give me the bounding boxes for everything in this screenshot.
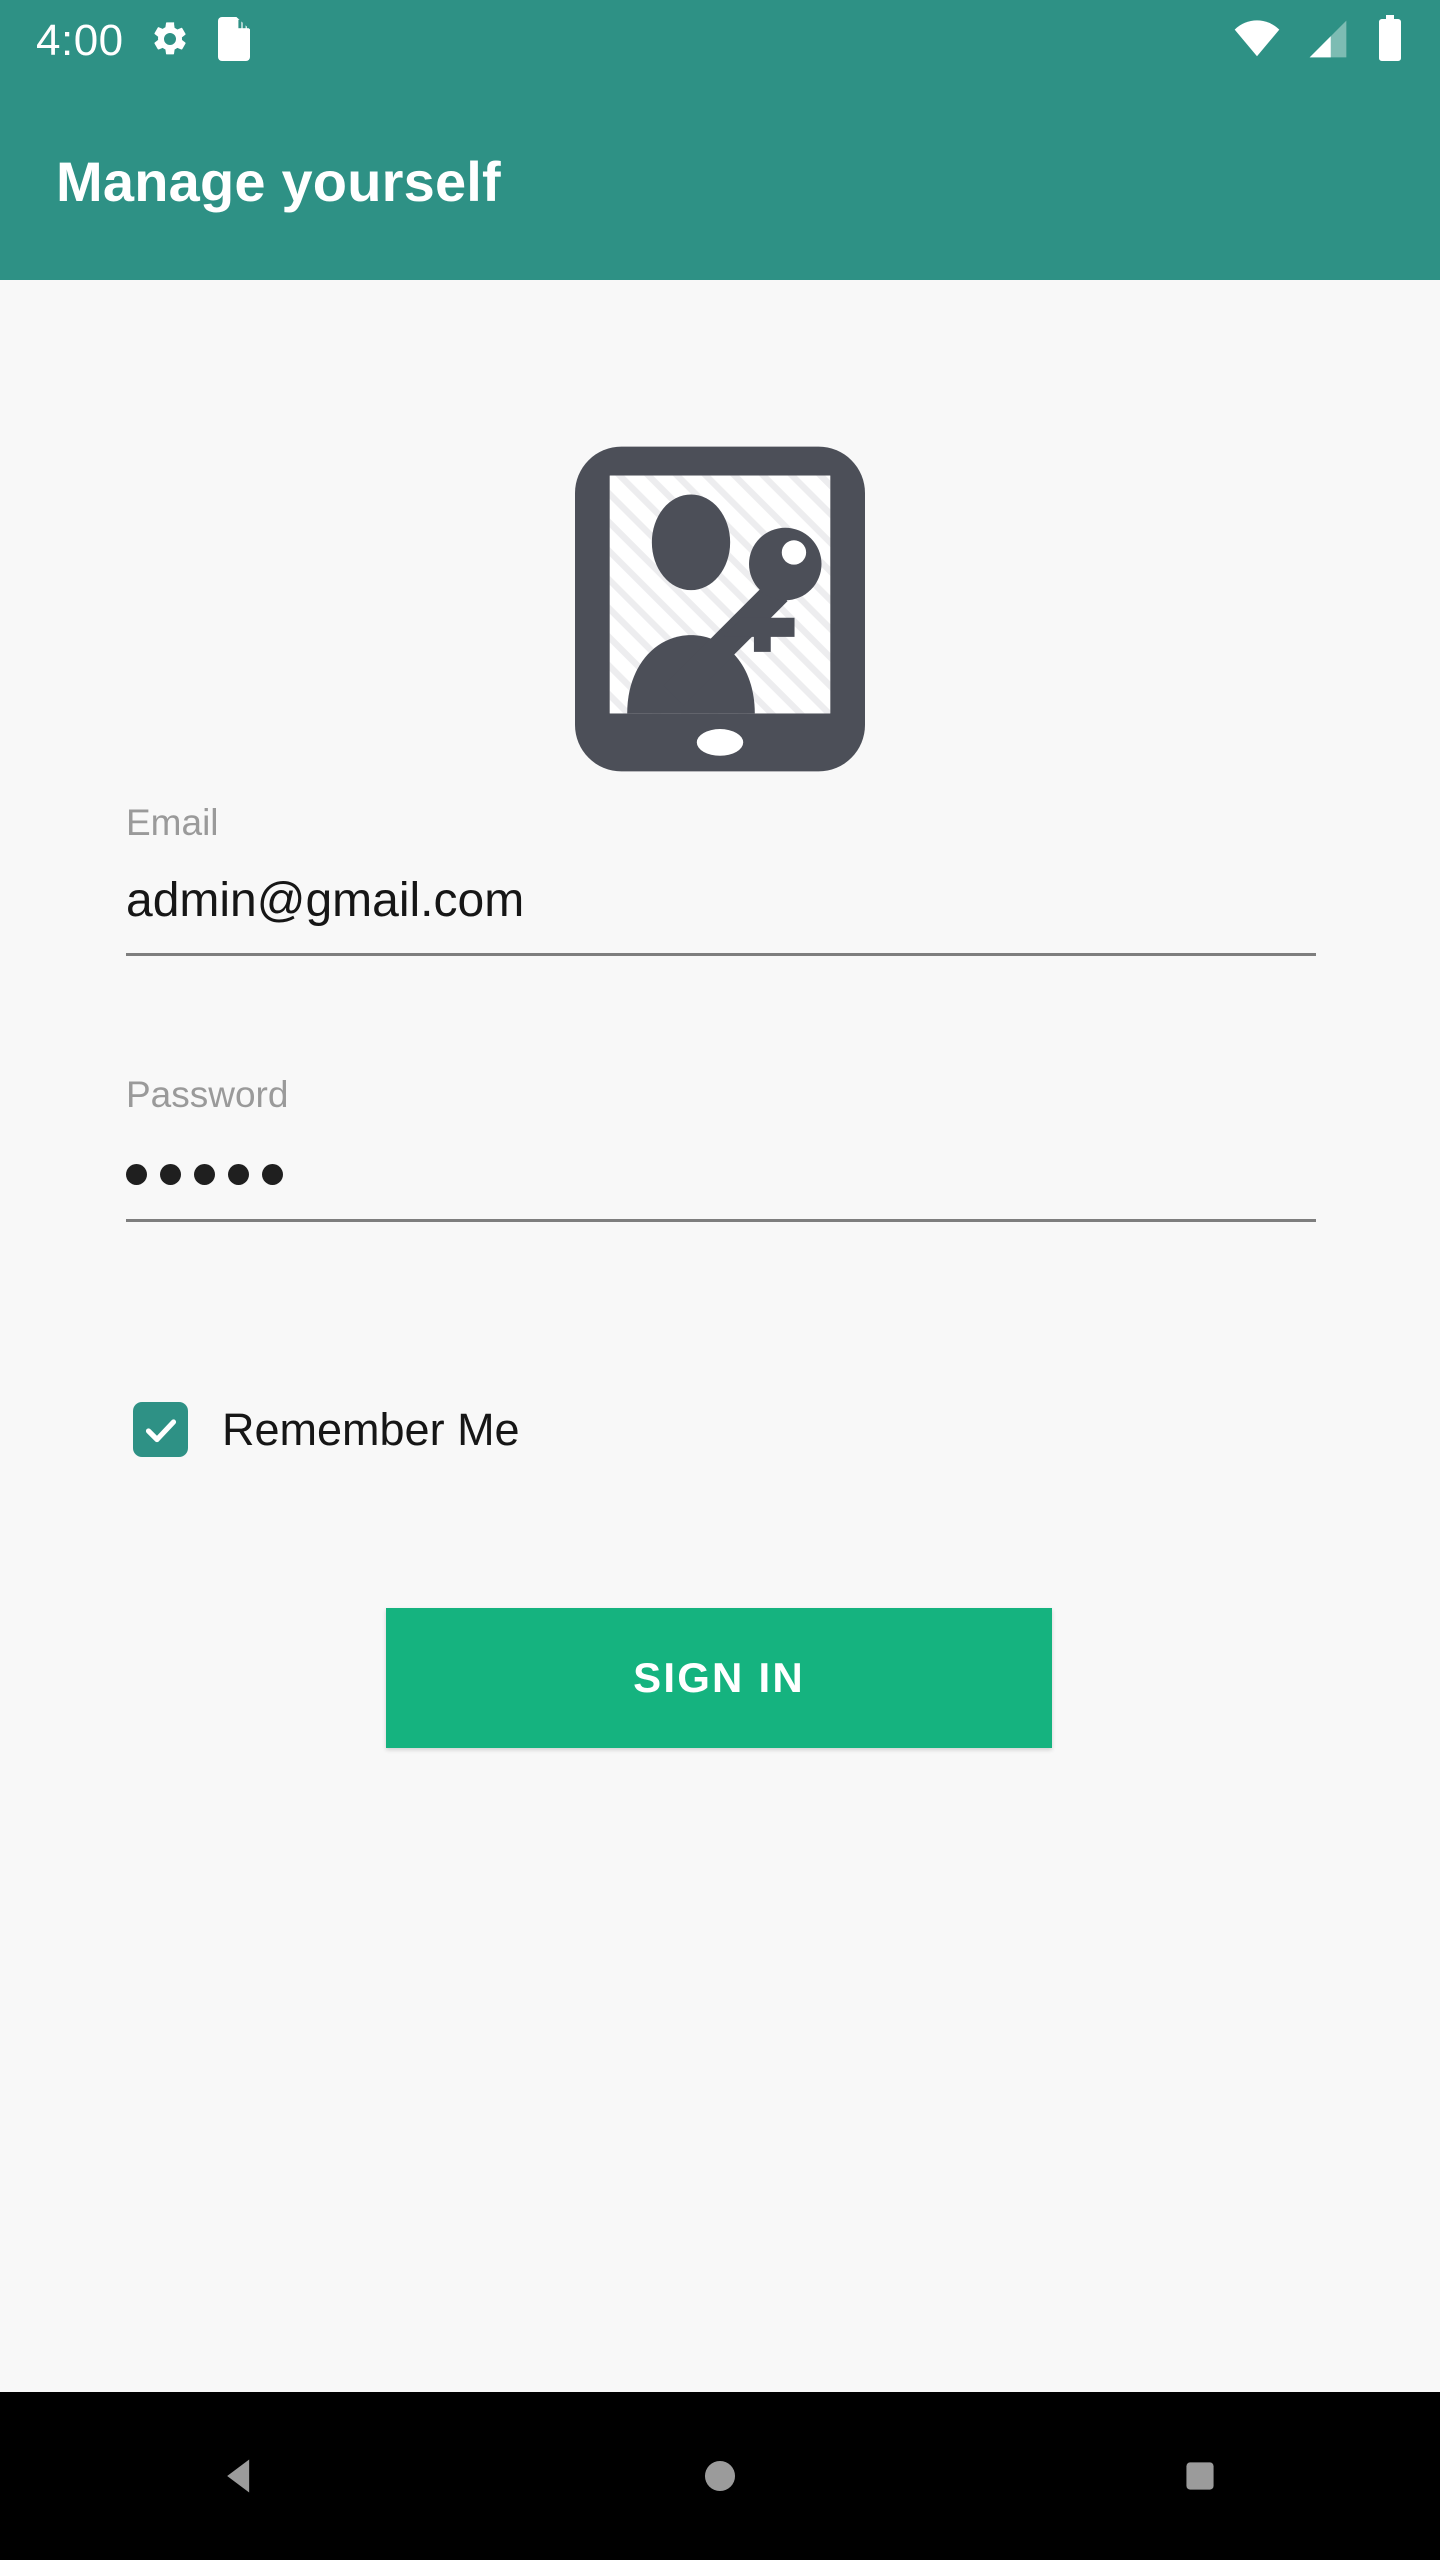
- email-input-underline: [126, 953, 1316, 956]
- form-spacer: [126, 956, 1316, 1076]
- android-navigation-bar: [0, 2392, 1440, 2560]
- app-screen: 4:00 Manage yourself Email admin@gmail.c…: [0, 0, 1440, 2560]
- status-bar-left-group: 4:00: [36, 16, 252, 66]
- tablet-user-key-icon: [546, 435, 894, 788]
- password-mask-dot: [228, 1163, 249, 1185]
- password-field-group: Password: [126, 1076, 1316, 1222]
- password-label: Password: [126, 1074, 289, 1115]
- password-input[interactable]: [126, 1157, 1316, 1191]
- app-bar: Manage yourself: [0, 82, 1440, 280]
- cellular-signal-icon: [1306, 17, 1350, 66]
- password-mask-dot: [262, 1163, 283, 1185]
- email-field-group: Email admin@gmail.com: [126, 804, 1316, 956]
- logo-container: [0, 435, 1440, 788]
- sign-in-button[interactable]: SIGN IN: [386, 1608, 1052, 1748]
- home-circle-icon: [704, 2460, 736, 2492]
- password-input-underline: [126, 1219, 1316, 1222]
- remember-me-row[interactable]: Remember Me: [133, 1402, 520, 1457]
- status-bar-clock: 4:00: [36, 16, 124, 65]
- password-mask-dot: [194, 1163, 215, 1185]
- remember-me-label: Remember Me: [222, 1404, 520, 1455]
- page-title: Manage yourself: [56, 149, 501, 213]
- email-input[interactable]: admin@gmail.com: [126, 877, 1316, 925]
- back-triangle-icon: [227, 2459, 250, 2493]
- settings-gear-icon: [150, 19, 190, 64]
- password-mask-dot: [160, 1163, 181, 1185]
- remember-me-checkbox[interactable]: [133, 1402, 188, 1457]
- nav-recents-button[interactable]: [1110, 2392, 1290, 2560]
- login-form: Email admin@gmail.com Password: [126, 804, 1316, 1222]
- status-bar: 4:00: [0, 0, 1440, 82]
- status-bar-right-group: [1234, 14, 1404, 68]
- sd-card-icon: [216, 16, 252, 66]
- nav-back-button[interactable]: [150, 2392, 330, 2560]
- wifi-icon: [1234, 16, 1280, 67]
- recents-square-icon: [1186, 2462, 1214, 2490]
- battery-icon: [1376, 14, 1404, 68]
- password-mask-dot: [126, 1163, 147, 1185]
- main-content: Email admin@gmail.com Password Remember …: [0, 280, 1440, 2392]
- check-icon: [145, 1418, 176, 1442]
- nav-home-button[interactable]: [630, 2392, 810, 2560]
- email-label: Email: [126, 802, 219, 843]
